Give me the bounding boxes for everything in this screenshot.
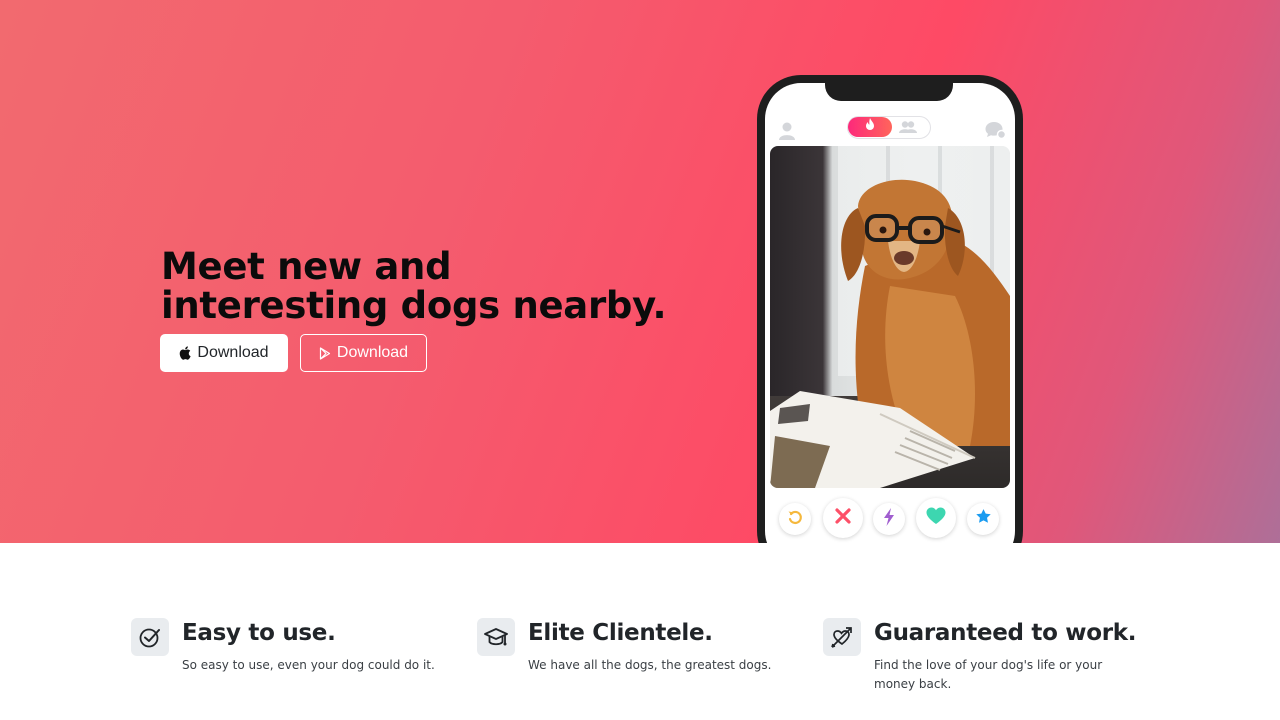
swipe-action-row (765, 497, 1015, 541)
feature-text: We have all the dogs, the greatest dogs. (528, 658, 772, 672)
chat-icon[interactable] (985, 121, 1007, 146)
play-store-icon (319, 346, 331, 360)
app-top-bar (765, 111, 1015, 147)
mode-toggle[interactable] (847, 116, 931, 139)
flame-icon (865, 118, 875, 136)
feature-text: Find the love of your dog's life or your… (874, 658, 1103, 691)
profile-icon[interactable] (777, 121, 797, 146)
hero-section: Meet new and interesting dogs nearby. Do… (0, 0, 1280, 543)
dog-photo (770, 179, 1010, 488)
feature-text: So easy to use, even your dog could do i… (182, 658, 435, 672)
phone-notch (825, 83, 953, 101)
phone-screen (765, 83, 1015, 543)
rewind-icon (787, 509, 803, 530)
profile-photo-card[interactable] (770, 146, 1010, 488)
like-icon (926, 507, 946, 530)
feature-title: Easy to use. (182, 620, 336, 646)
like-button[interactable] (916, 498, 956, 538)
boost-button[interactable] (873, 503, 905, 535)
boost-icon (883, 507, 895, 531)
feature-title: Guaranteed to work. (874, 620, 1137, 646)
hero-title: Meet new and interesting dogs nearby. (161, 245, 667, 327)
rewind-button[interactable] (779, 503, 811, 535)
nope-icon (834, 507, 852, 530)
heart-arrow-icon (823, 618, 861, 656)
apple-download-label: Download (197, 344, 269, 361)
nope-button[interactable] (823, 498, 863, 538)
group-icon (898, 120, 918, 139)
graduation-cap-icon (477, 618, 515, 656)
apple-icon (179, 346, 192, 360)
check-circle-icon (131, 618, 169, 656)
apple-download-button[interactable]: Download (160, 334, 288, 372)
feature-title: Elite Clientele. (528, 620, 713, 646)
toggle-active (848, 117, 892, 137)
star-icon (975, 508, 992, 530)
phone-mockup (757, 75, 1023, 543)
play-download-label: Download (336, 344, 409, 361)
play-store-download-button[interactable]: Download (300, 334, 427, 372)
super-like-button[interactable] (967, 503, 999, 535)
